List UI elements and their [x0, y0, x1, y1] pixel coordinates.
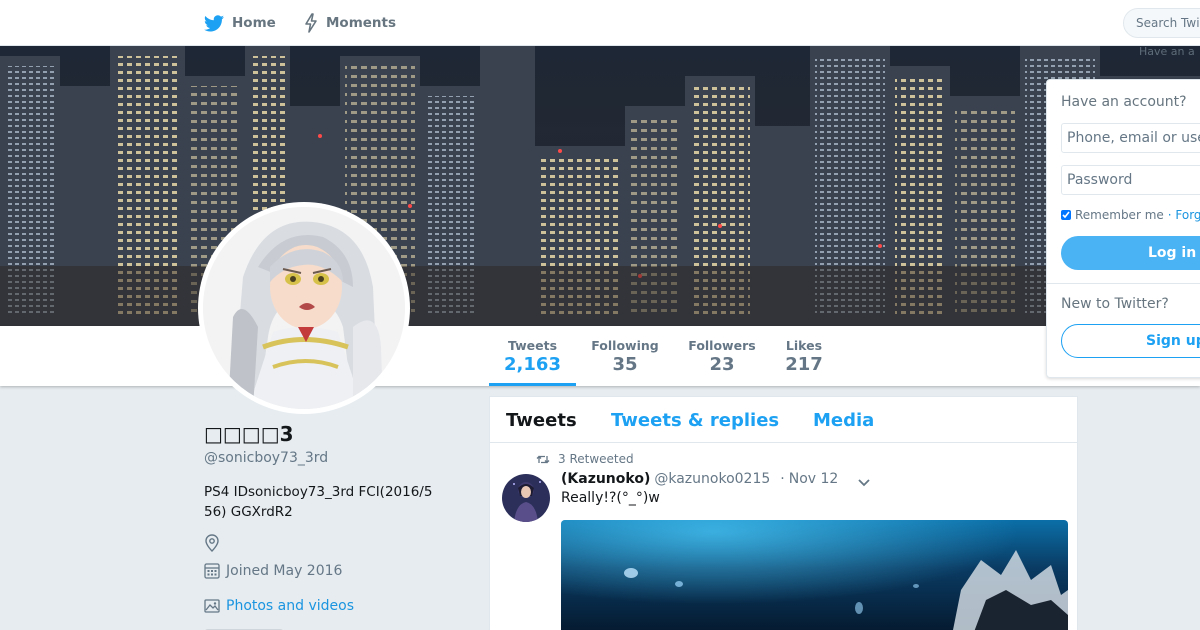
tweet-avatar[interactable]: [502, 474, 550, 522]
stat-following-value: 35: [612, 354, 638, 375]
tweet-text: Really!?(°_°)w: [561, 490, 660, 506]
login-button[interactable]: Log in: [1061, 236, 1200, 270]
timeline-tabs: Tweets Tweets & replies Media: [490, 397, 1077, 443]
profile-joined: Joined May 2016: [204, 562, 342, 579]
retweet-context: 3 Retweeted: [536, 452, 634, 466]
profile-nav: Tweets 2,163 Following 35 Followers 23 L…: [0, 326, 1200, 386]
game-screenshot-image: DLC3: [561, 520, 1068, 630]
chevron-down-icon: [858, 479, 870, 487]
login-title: Have an account?: [1061, 94, 1187, 110]
nav-home[interactable]: Home: [204, 0, 276, 46]
profile-avatar[interactable]: [198, 202, 410, 414]
tweet-author-avatar-image: [502, 474, 550, 522]
forgot-password-link[interactable]: · Forg: [1168, 208, 1200, 222]
tweet-author-name[interactable]: (Kazunoko): [561, 471, 650, 487]
tweet-more-menu[interactable]: [857, 473, 871, 492]
stat-followers[interactable]: Followers 23: [688, 326, 756, 386]
nav-home-label: Home: [232, 15, 276, 31]
tweet-media-image[interactable]: DLC3: [561, 520, 1068, 630]
media-thumbnails-partial[interactable]: [204, 622, 286, 630]
have-account-overlay-text: Have an a: [1139, 45, 1195, 58]
stat-tweets[interactable]: Tweets 2,163: [489, 326, 576, 386]
login-password-input[interactable]: [1061, 165, 1200, 195]
login-card: Have an account? Remember me · Forg Log …: [1046, 79, 1200, 378]
stat-tweets-label: Tweets: [507, 338, 558, 353]
search-input[interactable]: [1123, 8, 1200, 38]
nav-moments-label: Moments: [326, 15, 397, 31]
tab-tweets[interactable]: Tweets: [506, 410, 577, 431]
top-nav: Home Moments: [0, 0, 1200, 46]
retweet-context-text: 3 Retweeted: [558, 452, 634, 466]
remember-me-row: Remember me · Forg: [1061, 208, 1200, 222]
twitter-bird-icon: [204, 14, 224, 31]
stat-followers-value: 23: [709, 354, 735, 375]
anime-character-avatar-image: [203, 207, 405, 409]
lightning-icon: [305, 13, 317, 33]
timeline: Tweets Tweets & replies Media 3 Retweete…: [489, 396, 1078, 630]
tweet-header: (Kazunoko) @kazunoko0215 · Nov 12: [561, 471, 838, 487]
profile-location: [204, 534, 226, 552]
location-pin-icon: [205, 534, 219, 552]
nav-moments[interactable]: Moments: [304, 0, 396, 46]
remember-me-label: Remember me: [1075, 208, 1164, 222]
tab-tweets-and-replies[interactable]: Tweets & replies: [611, 410, 779, 431]
stat-tweets-value: 2,163: [504, 354, 561, 375]
profile-bio: PS4 IDsonicboy73_3rd FCI(2016/5 56) GGXr…: [204, 484, 433, 520]
stat-likes[interactable]: Likes 217: [785, 326, 823, 386]
stat-following-label: Following: [591, 338, 659, 353]
stat-likes-value: 217: [785, 354, 823, 375]
calendar-icon: [204, 563, 220, 579]
login-divider: [1047, 283, 1200, 284]
tweet-timestamp[interactable]: Nov 12: [789, 471, 839, 487]
profile-joined-text: Joined May 2016: [226, 562, 343, 579]
profile-handle[interactable]: @sonicboy73_3rd: [204, 450, 328, 466]
tab-media[interactable]: Media: [813, 410, 874, 431]
stat-following[interactable]: Following 35: [590, 326, 660, 386]
tweet-author-username[interactable]: @kazunoko0215: [654, 471, 770, 487]
profile-banner: [0, 46, 1200, 326]
profile-name: □□□□3: [204, 422, 294, 446]
cityscape-banner-image: [0, 46, 1200, 326]
photos-and-videos-link[interactable]: Photos and videos: [204, 598, 354, 614]
retweet-icon: [536, 455, 550, 463]
new-to-twitter-text: New to Twitter?: [1061, 296, 1169, 312]
tweet-separator: ·: [780, 471, 785, 487]
remember-me-checkbox[interactable]: [1061, 210, 1071, 220]
photo-icon: [204, 599, 220, 613]
signup-button[interactable]: Sign up: [1061, 324, 1200, 358]
login-username-input[interactable]: [1061, 123, 1200, 153]
photos-and-videos-label: Photos and videos: [226, 598, 355, 614]
stat-followers-label: Followers: [688, 338, 756, 353]
stat-likes-label: Likes: [785, 338, 823, 353]
